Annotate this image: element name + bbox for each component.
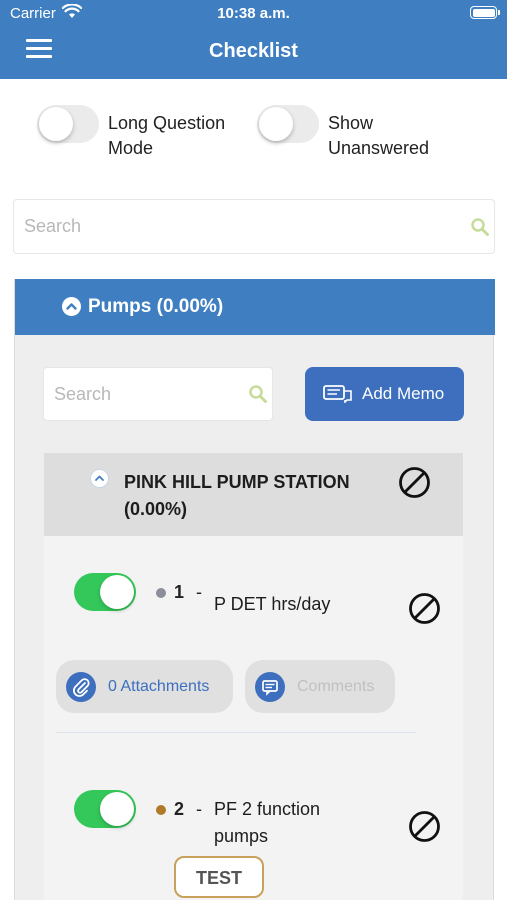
item-2-toggle[interactable] bbox=[74, 790, 136, 828]
comments-button[interactable]: Comments bbox=[245, 660, 395, 713]
question-number: 1 bbox=[174, 582, 185, 602]
question-dash: - bbox=[196, 582, 202, 602]
section-title: Pumps (0.00%) bbox=[88, 296, 224, 317]
battery-icon bbox=[470, 6, 500, 19]
toggle-knob bbox=[39, 107, 73, 141]
toggle-knob bbox=[100, 575, 134, 609]
add-memo-label: Add Memo bbox=[362, 384, 445, 403]
status-dot bbox=[156, 805, 166, 815]
item-divider bbox=[56, 732, 416, 733]
label-line: Mode bbox=[108, 138, 154, 158]
question-number: 2 bbox=[174, 799, 185, 819]
memo-icon bbox=[323, 385, 352, 403]
attachment-icon-badge bbox=[66, 672, 96, 702]
question-text: P DET hrs/day bbox=[214, 594, 331, 614]
test-button-label: TEST bbox=[195, 868, 242, 888]
status-dot bbox=[156, 588, 166, 598]
group-title: PINK HILL PUMP STATION (0.00%) bbox=[124, 469, 374, 523]
question-text-line: PF 2 function bbox=[214, 799, 321, 819]
test-button[interactable]: TEST bbox=[174, 856, 264, 898]
comment-icon bbox=[262, 680, 278, 696]
show-unanswered-toggle[interactable] bbox=[257, 105, 319, 143]
group-title-line: PINK HILL PUMP STATION bbox=[124, 472, 350, 492]
search-icon[interactable] bbox=[470, 217, 490, 237]
chevron-up-icon[interactable] bbox=[90, 469, 109, 488]
label-line: Long Question bbox=[108, 113, 226, 133]
page-title: Checklist bbox=[209, 40, 298, 62]
search-icon[interactable] bbox=[248, 384, 268, 404]
not-applicable-icon[interactable] bbox=[408, 592, 441, 625]
comments-label: Comments bbox=[297, 678, 375, 695]
toggle-knob bbox=[100, 792, 134, 826]
group-title-percent: (0.00%) bbox=[124, 499, 188, 519]
label-line: Unanswered bbox=[328, 138, 430, 158]
top-bar: Carrier 10:38 a.m. Checklist bbox=[0, 0, 507, 79]
not-applicable-icon[interactable] bbox=[408, 810, 441, 843]
show-unanswered-label: Show Unanswered bbox=[328, 111, 429, 161]
main-search bbox=[13, 199, 495, 254]
question-text-line: pumps bbox=[214, 826, 269, 846]
long-question-mode-toggle[interactable] bbox=[37, 105, 99, 143]
status-bar: Carrier 10:38 a.m. bbox=[0, 0, 507, 28]
clock: 10:38 a.m. bbox=[217, 5, 290, 22]
item-1-toggle[interactable] bbox=[74, 573, 136, 611]
paperclip-icon bbox=[73, 678, 90, 697]
section-header[interactable]: Pumps (0.00%) bbox=[15, 279, 495, 335]
long-question-mode-label: Long Question Mode bbox=[108, 111, 225, 161]
search-input[interactable] bbox=[14, 200, 494, 253]
comment-icon-badge bbox=[255, 672, 285, 702]
question-text: PF 2 function pumps bbox=[214, 796, 320, 850]
question-dash: - bbox=[196, 799, 202, 819]
chevron-up-icon[interactable] bbox=[62, 297, 81, 316]
attachments-label: 0 Attachments bbox=[108, 678, 210, 695]
section-search-input[interactable] bbox=[44, 368, 272, 420]
not-applicable-icon[interactable] bbox=[398, 466, 431, 499]
toggle-knob bbox=[259, 107, 293, 141]
attachments-button[interactable]: 0 Attachments bbox=[56, 660, 233, 713]
label-line: Show bbox=[328, 113, 374, 133]
add-memo-button[interactable]: Add Memo bbox=[305, 367, 464, 421]
section-search bbox=[43, 367, 273, 421]
